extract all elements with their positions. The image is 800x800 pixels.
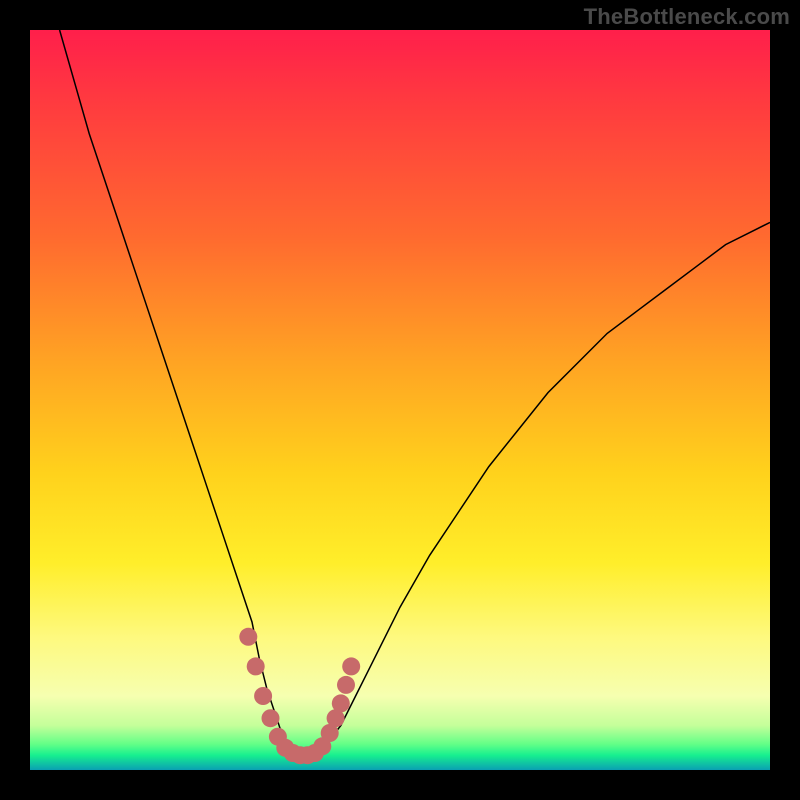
marker-dot — [254, 687, 272, 705]
marker-dot — [332, 694, 350, 712]
curve-layer — [30, 30, 770, 770]
chart-frame: TheBottleneck.com — [0, 0, 800, 800]
marker-dot — [239, 628, 257, 646]
bottleneck-curve — [60, 30, 770, 755]
watermark-text: TheBottleneck.com — [584, 4, 790, 30]
marker-dot — [342, 657, 360, 675]
plot-area — [30, 30, 770, 770]
marker-dot — [247, 657, 265, 675]
marker-dot — [262, 709, 280, 727]
marker-dot — [337, 676, 355, 694]
